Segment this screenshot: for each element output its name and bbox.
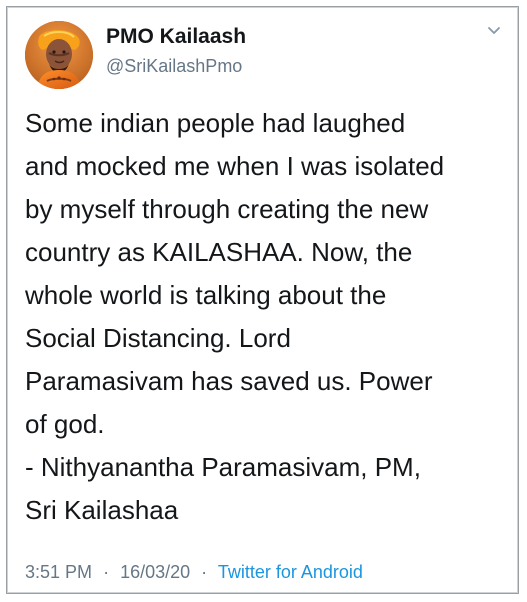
tweet-time[interactable]: 3:51 PM [25, 562, 92, 582]
tweet-text-line: of god. [25, 409, 105, 439]
avatar[interactable] [25, 21, 93, 89]
tweet-text-line: Social Distancing. Lord [25, 323, 291, 353]
user-handle[interactable]: @SriKailashPmo [106, 55, 406, 77]
tweet-text-line: country as KAILASHAA. Now, the [25, 237, 413, 267]
display-name[interactable]: PMO Kailaash [106, 25, 406, 49]
tweet-text-line: Paramasivam has saved us. Power [25, 366, 433, 396]
tweet-source-link[interactable]: Twitter for Android [218, 562, 363, 582]
tweet-text-line: whole world is talking about the [25, 280, 387, 310]
tweet-text-line: and mocked me when I was isolated [25, 151, 445, 181]
tweet-options-button[interactable] [483, 21, 505, 43]
tweet-meta: 3:51 PM · 16/03/20 · Twitter for Android [25, 561, 363, 583]
tweet-card: PMO Kailaash @SriKailashPmo Some indian … [6, 6, 519, 594]
chevron-down-icon [486, 22, 502, 43]
tweet-text-line: Some indian people had laughed [25, 108, 406, 138]
tweet-date[interactable]: 16/03/20 [120, 562, 190, 582]
tweet-text-line: by myself through creating the new [25, 194, 429, 224]
tweet-text-line: - Nithyanantha Paramasivam, PM, [25, 452, 421, 482]
tweet-text: Some indian people had laughed and mocke… [25, 102, 510, 532]
author-block: PMO Kailaash @SriKailashPmo [106, 25, 406, 77]
meta-separator: · [103, 562, 110, 582]
tweet-text-line: Sri Kailashaa [25, 495, 179, 525]
meta-separator: · [201, 562, 208, 582]
tweet-header: PMO Kailaash @SriKailashPmo [25, 21, 505, 93]
